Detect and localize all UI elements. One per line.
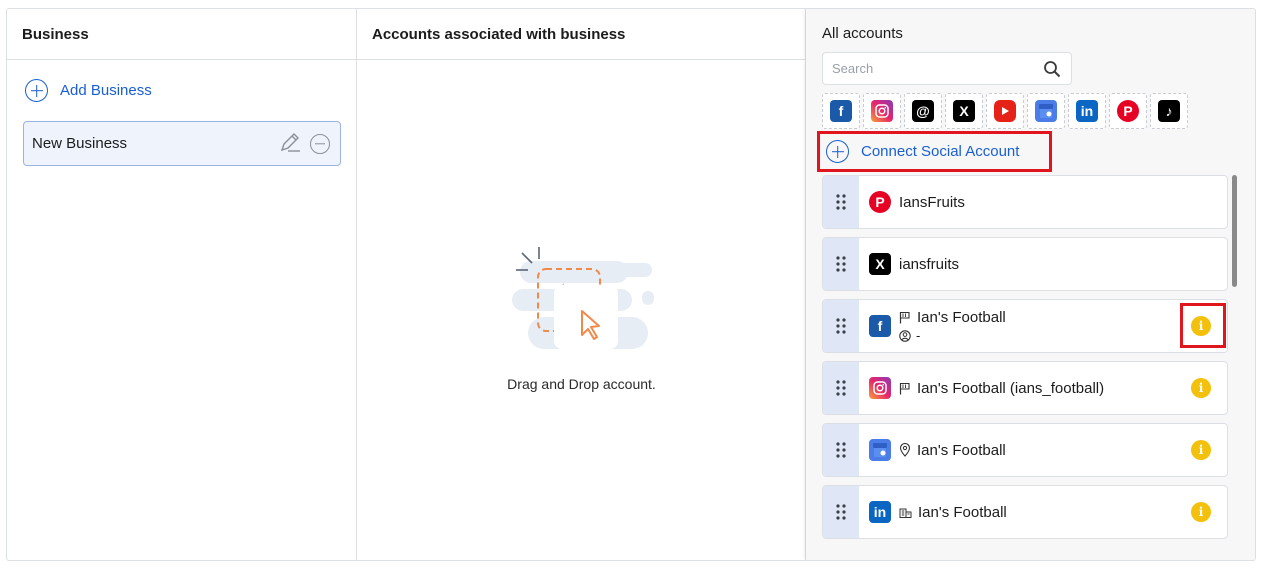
x-icon: X <box>869 253 891 275</box>
drag-handle-icon[interactable] <box>823 300 859 352</box>
remove-business-icon[interactable] <box>310 133 330 154</box>
warning-info-icon[interactable]: i <box>1191 502 1211 522</box>
filter-pinterest[interactable]: P <box>1109 93 1147 129</box>
all-accounts-title: All accounts <box>822 25 903 42</box>
business-item[interactable]: New Business <box>23 121 341 166</box>
drag-handle-icon[interactable] <box>823 424 859 476</box>
linkedin-icon: in <box>869 501 891 523</box>
youtube-icon <box>994 100 1016 122</box>
facebook-icon: f <box>830 100 852 122</box>
plus-circle-icon <box>25 79 48 102</box>
filter-youtube[interactable] <box>986 93 1024 129</box>
account-name: IansFruits <box>899 193 965 211</box>
pinterest-icon: P <box>1117 100 1139 122</box>
warning-info-icon[interactable]: i <box>1191 440 1211 460</box>
location-pin-icon <box>899 443 911 457</box>
filter-facebook[interactable]: f <box>822 93 860 129</box>
instagram-icon <box>869 377 891 399</box>
drag-handle-icon[interactable] <box>823 176 859 228</box>
filter-tiktok[interactable]: ♪ <box>1150 93 1188 129</box>
google-business-icon <box>1035 100 1057 122</box>
google-business-icon <box>869 439 891 461</box>
business-column: Business Add Business New Business <box>7 9 357 560</box>
account-name: Ian's Football <box>918 503 1007 521</box>
filter-instagram[interactable] <box>863 93 901 129</box>
linkedin-icon: in <box>1076 100 1098 122</box>
account-sub-value: - <box>916 328 921 343</box>
account-item[interactable]: Ian's Football (ians_football) i <box>822 361 1228 415</box>
warning-info-icon[interactable]: i <box>1191 378 1211 398</box>
flag-icon <box>899 311 910 324</box>
account-item[interactable]: Ian's Football i <box>822 423 1228 477</box>
edit-icon[interactable] <box>278 130 302 158</box>
instagram-icon <box>871 100 893 122</box>
account-name: Ian's Football (ians_football) <box>917 379 1105 397</box>
all-accounts-column: All accounts f @ X <box>806 9 1255 560</box>
drag-handle-icon[interactable] <box>823 238 859 290</box>
account-name: Ian's Football <box>917 309 1006 326</box>
tiktok-icon: ♪ <box>1158 100 1180 122</box>
add-business-button[interactable]: Add Business <box>25 79 152 102</box>
facebook-icon: f <box>869 315 891 337</box>
user-circle-icon <box>899 329 911 342</box>
pinterest-icon: P <box>869 191 891 213</box>
account-list: P IansFruits X iansfruits f Ian's Footba… <box>822 175 1228 547</box>
drop-zone-text: Drag and Drop account. <box>507 376 656 392</box>
scrollbar[interactable] <box>1232 175 1237 287</box>
filter-x[interactable]: X <box>945 93 983 129</box>
filter-threads[interactable]: @ <box>904 93 942 129</box>
business-item-name: New Business <box>32 135 128 152</box>
associated-accounts-column: Accounts associated with business Drag a… <box>357 9 806 560</box>
filter-linkedin[interactable]: in <box>1068 93 1106 129</box>
business-accounts-panel: Business Add Business New Business Accou… <box>6 8 1256 561</box>
connect-social-account-button[interactable]: Connect Social Account <box>817 131 1052 172</box>
associated-column-header: Accounts associated with business <box>357 9 805 60</box>
flag-icon <box>899 382 910 394</box>
connect-social-account-label: Connect Social Account <box>861 143 1020 160</box>
plus-circle-icon <box>826 140 849 163</box>
account-item[interactable]: X iansfruits <box>822 237 1228 291</box>
filter-google-business[interactable] <box>1027 93 1065 129</box>
search-input[interactable] <box>832 61 1032 76</box>
building-icon <box>899 508 912 518</box>
account-item[interactable]: f Ian's Football - i <box>822 299 1228 353</box>
account-item[interactable]: in Ian's Football i <box>822 485 1228 539</box>
drop-zone[interactable] <box>357 239 806 364</box>
search-box[interactable] <box>822 52 1072 85</box>
account-name: Ian's Football <box>917 441 1006 459</box>
drag-handle-icon[interactable] <box>823 362 859 414</box>
threads-icon: @ <box>912 100 934 122</box>
drag-drop-illustration <box>511 247 654 349</box>
x-icon: X <box>953 100 975 122</box>
business-column-header: Business <box>7 9 356 60</box>
account-name: iansfruits <box>899 255 960 273</box>
add-business-label: Add Business <box>60 82 152 99</box>
highlight-box <box>1180 303 1226 348</box>
search-icon[interactable] <box>1043 60 1061 78</box>
platform-filter: f @ X in P ♪ <box>822 93 1188 129</box>
drag-handle-icon[interactable] <box>823 486 859 538</box>
account-item[interactable]: P IansFruits <box>822 175 1228 229</box>
